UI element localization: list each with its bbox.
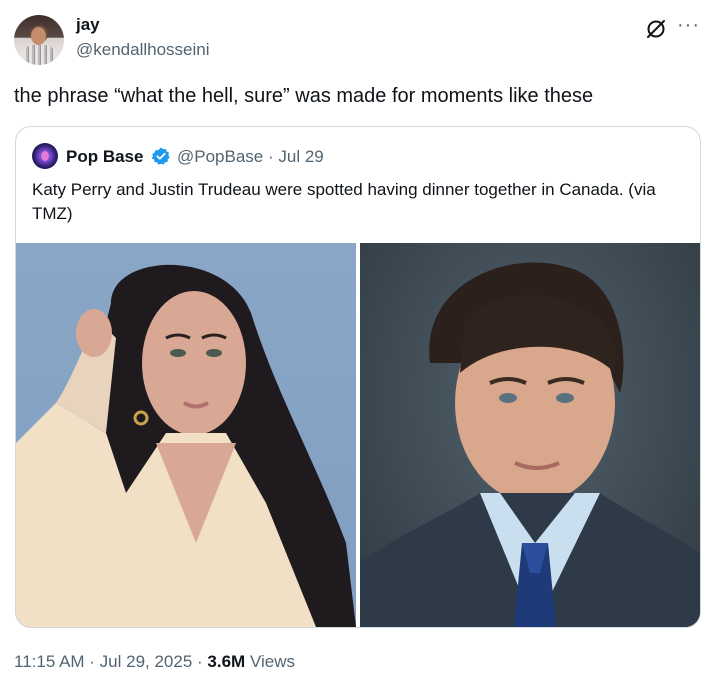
quoted-name[interactable]: Pop Base xyxy=(66,147,143,167)
tweet-timestamp[interactable]: 11:15 AM · Jul 29, 2025 · xyxy=(14,652,207,671)
author-avatar[interactable] xyxy=(14,15,64,65)
portrait-trudeau-drawing xyxy=(360,262,700,627)
tweet-meta: 11:15 AM · Jul 29, 2025 · 3.6M Views xyxy=(14,652,295,672)
photo-justin-trudeau[interactable] xyxy=(360,243,700,627)
grok-icon[interactable] xyxy=(645,18,667,40)
author-handle[interactable]: @kendallhosseini xyxy=(76,40,210,60)
quoted-tweet[interactable]: Pop Base @PopBase · Jul 29 Katy Perry an… xyxy=(15,126,701,628)
tweet-text: the phrase “what the hell, sure” was mad… xyxy=(14,85,594,107)
quoted-text: Katy Perry and Justin Trudeau were spott… xyxy=(32,180,656,223)
avatar-face xyxy=(31,27,46,45)
author-name[interactable]: jay xyxy=(76,15,100,35)
quoted-handle-date[interactable]: @PopBase · Jul 29 xyxy=(177,147,324,167)
views-label: Views xyxy=(245,652,295,671)
portrait-katy-drawing xyxy=(16,264,356,627)
photo-katy-perry[interactable] xyxy=(16,243,356,627)
quoted-avatar[interactable] xyxy=(32,143,58,169)
verified-icon xyxy=(151,147,170,165)
avatar-shirt xyxy=(23,45,55,65)
views-count: 3.6M xyxy=(207,652,246,671)
more-icon[interactable]: ··· xyxy=(677,15,701,40)
